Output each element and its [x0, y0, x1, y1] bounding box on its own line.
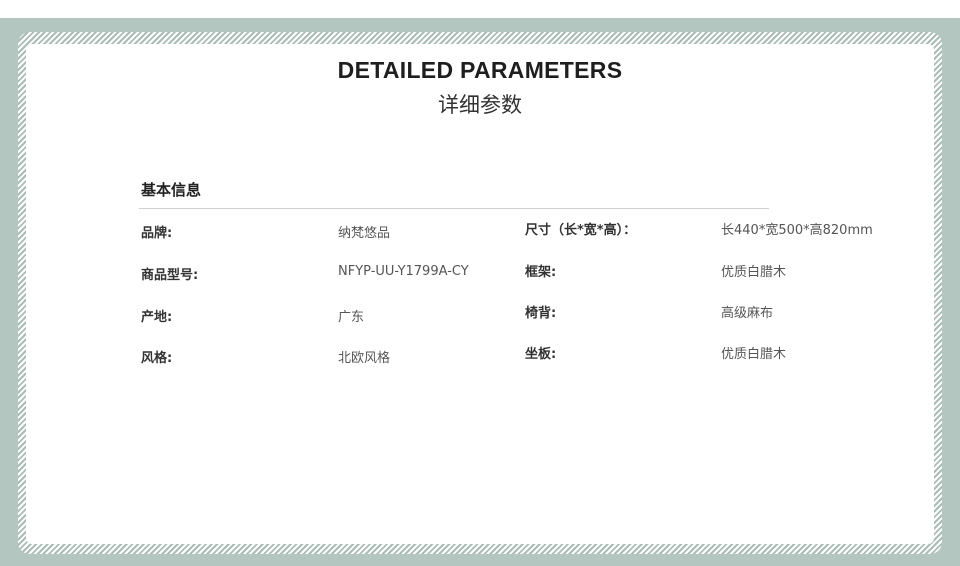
section-divider	[139, 208, 769, 209]
brand-value: 纳梵悠品	[338, 226, 391, 241]
content-panel	[26, 44, 934, 544]
model-value: NFYP-UU-Y1799A-CY	[338, 264, 469, 279]
style-label: 风格:	[141, 351, 173, 366]
size-label: 尺寸（长*宽*高）：	[525, 223, 637, 238]
origin-value: 广东	[338, 310, 365, 325]
brand-label: 品牌:	[141, 226, 173, 241]
frame-label: 框架:	[525, 265, 557, 280]
size-value: 长440*宽500*高820mm	[721, 223, 873, 238]
back-label: 椅背:	[525, 306, 557, 321]
back-value: 高级麻布	[721, 306, 774, 321]
seat-label: 坐板:	[525, 347, 557, 362]
page-title-en: DETAILED PARAMETERS	[337, 57, 623, 83]
style-value: 北欧风格	[338, 351, 391, 366]
seat-value: 优质白腊木	[721, 347, 787, 362]
model-label: 商品型号:	[141, 268, 199, 283]
frame-value: 优质白腊木	[721, 265, 787, 280]
section-title: 基本信息	[141, 181, 202, 199]
page-title-cn: 详细参数	[438, 93, 522, 117]
origin-label: 产地:	[141, 310, 173, 325]
